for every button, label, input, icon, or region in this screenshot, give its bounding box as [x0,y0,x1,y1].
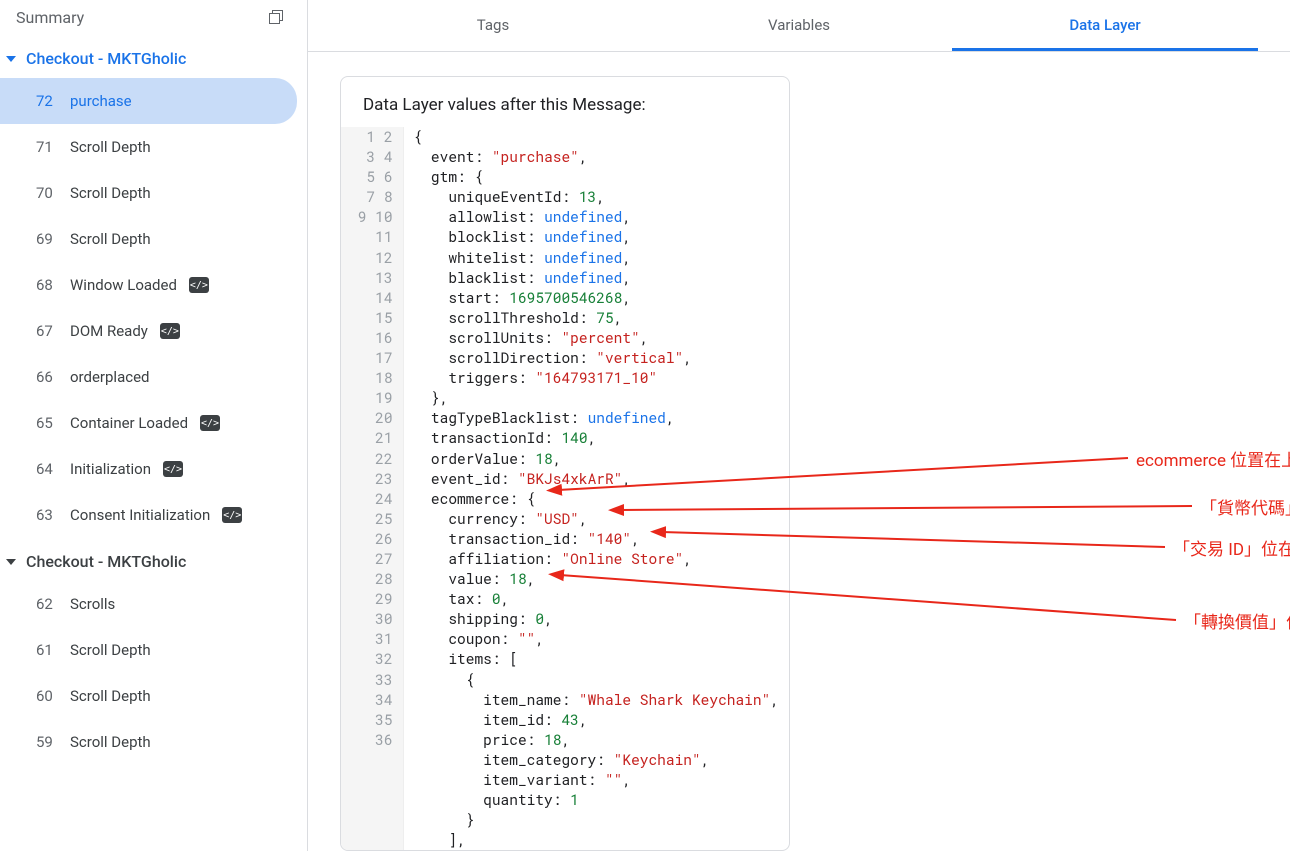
sidebar-event-item[interactable]: 63 Consent Initialization </> [0,492,297,538]
event-index: 62 [36,595,58,613]
sidebar-event-item[interactable]: 70 Scroll Depth [0,170,297,216]
sidebar-event-item[interactable]: 60 Scroll Depth [0,673,297,719]
annotation-value: 「轉換價值」位在 ecommerce 底下 [1184,608,1290,633]
group-title: Checkout - MKTGholic [26,49,186,68]
sidebar-event-item[interactable]: 62 Scrolls [0,581,297,627]
sidebar-event-item[interactable]: 65 Container Loaded </> [0,400,297,446]
copy-icon [269,10,285,26]
sidebar-event-item[interactable]: 64 Initialization </> [0,446,297,492]
group-title: Checkout - MKTGholic [26,552,186,571]
event-index: 72 [36,92,58,110]
event-label: Scroll Depth [70,138,151,156]
event-label: orderplaced [70,368,150,386]
sidebar-event-item[interactable]: 69 Scroll Depth [0,216,297,262]
event-index: 67 [36,322,58,340]
event-index: 61 [36,641,58,659]
annotation-txnid: 「交易 ID」位在 ecommerce 底下 [1173,535,1290,560]
tab-data-layer[interactable]: Data Layer [952,0,1258,51]
event-label: Initialization [70,460,151,478]
event-label: Window Loaded [70,276,177,294]
event-index: 69 [36,230,58,248]
chevron-down-icon [6,56,16,62]
code-badge-icon: </> [160,323,180,339]
sidebar-event-item[interactable]: 67 DOM Ready </> [0,308,297,354]
event-label: Scroll Depth [70,733,151,751]
code-badge-icon: </> [200,415,220,431]
event-index: 59 [36,733,58,751]
tab-variables[interactable]: Variables [646,0,952,51]
sidebar-summary[interactable]: Summary [0,0,297,35]
annotation-currency: 「貨幣代碼」位在 ecommerce 底下 [1200,494,1290,519]
event-index: 71 [36,138,58,156]
sidebar-event-item[interactable]: 66 orderplaced [0,354,297,400]
event-label: Scrolls [70,595,115,613]
sidebar-event-item[interactable]: 68 Window Loaded </> [0,262,297,308]
main-panel: TagsVariablesData Layer Data Layer value… [308,0,1290,851]
event-label: DOM Ready [70,322,148,340]
event-index: 64 [36,460,58,478]
event-label: Consent Initialization [70,506,210,524]
sidebar-event-item[interactable]: 59 Scroll Depth [0,719,297,765]
tab-tags[interactable]: Tags [340,0,646,51]
event-index: 66 [36,368,58,386]
card-title: Data Layer values after this Message: [341,77,789,127]
sidebar-group-header[interactable]: Checkout - MKTGholic [0,538,297,581]
code-badge-icon: </> [222,507,242,523]
tabs: TagsVariablesData Layer [308,0,1290,52]
annotation-ecommerce: ecommerce 位置在上層 [1136,446,1290,471]
sidebar-event-item[interactable]: 61 Scroll Depth [0,627,297,673]
event-label: Scroll Depth [70,230,151,248]
sidebar-event-item[interactable]: 72 purchase [0,78,297,124]
code-content: { event: "purchase", gtm: { uniqueEventI… [404,127,789,850]
event-label: Scroll Depth [70,687,151,705]
event-index: 68 [36,276,58,294]
event-index: 65 [36,414,58,432]
line-gutter: 1 2 3 4 5 6 7 8 9 10 11 12 13 14 15 16 1… [341,127,404,850]
sidebar: Summary Checkout - MKTGholic 72 purchase 71… [0,0,308,851]
event-label: Container Loaded [70,414,188,432]
event-index: 60 [36,687,58,705]
summary-label: Summary [16,8,84,27]
event-index: 63 [36,506,58,524]
event-label: Scroll Depth [70,641,151,659]
code-block: 1 2 3 4 5 6 7 8 9 10 11 12 13 14 15 16 1… [341,127,789,850]
code-badge-icon: </> [163,461,183,477]
sidebar-event-item[interactable]: 71 Scroll Depth [0,124,297,170]
event-label: purchase [70,92,132,110]
code-badge-icon: </> [189,277,209,293]
sidebar-group-header[interactable]: Checkout - MKTGholic [0,35,297,78]
event-index: 70 [36,184,58,202]
event-label: Scroll Depth [70,184,151,202]
chevron-down-icon [6,559,16,565]
data-layer-card: Data Layer values after this Message: 1 … [340,76,790,851]
